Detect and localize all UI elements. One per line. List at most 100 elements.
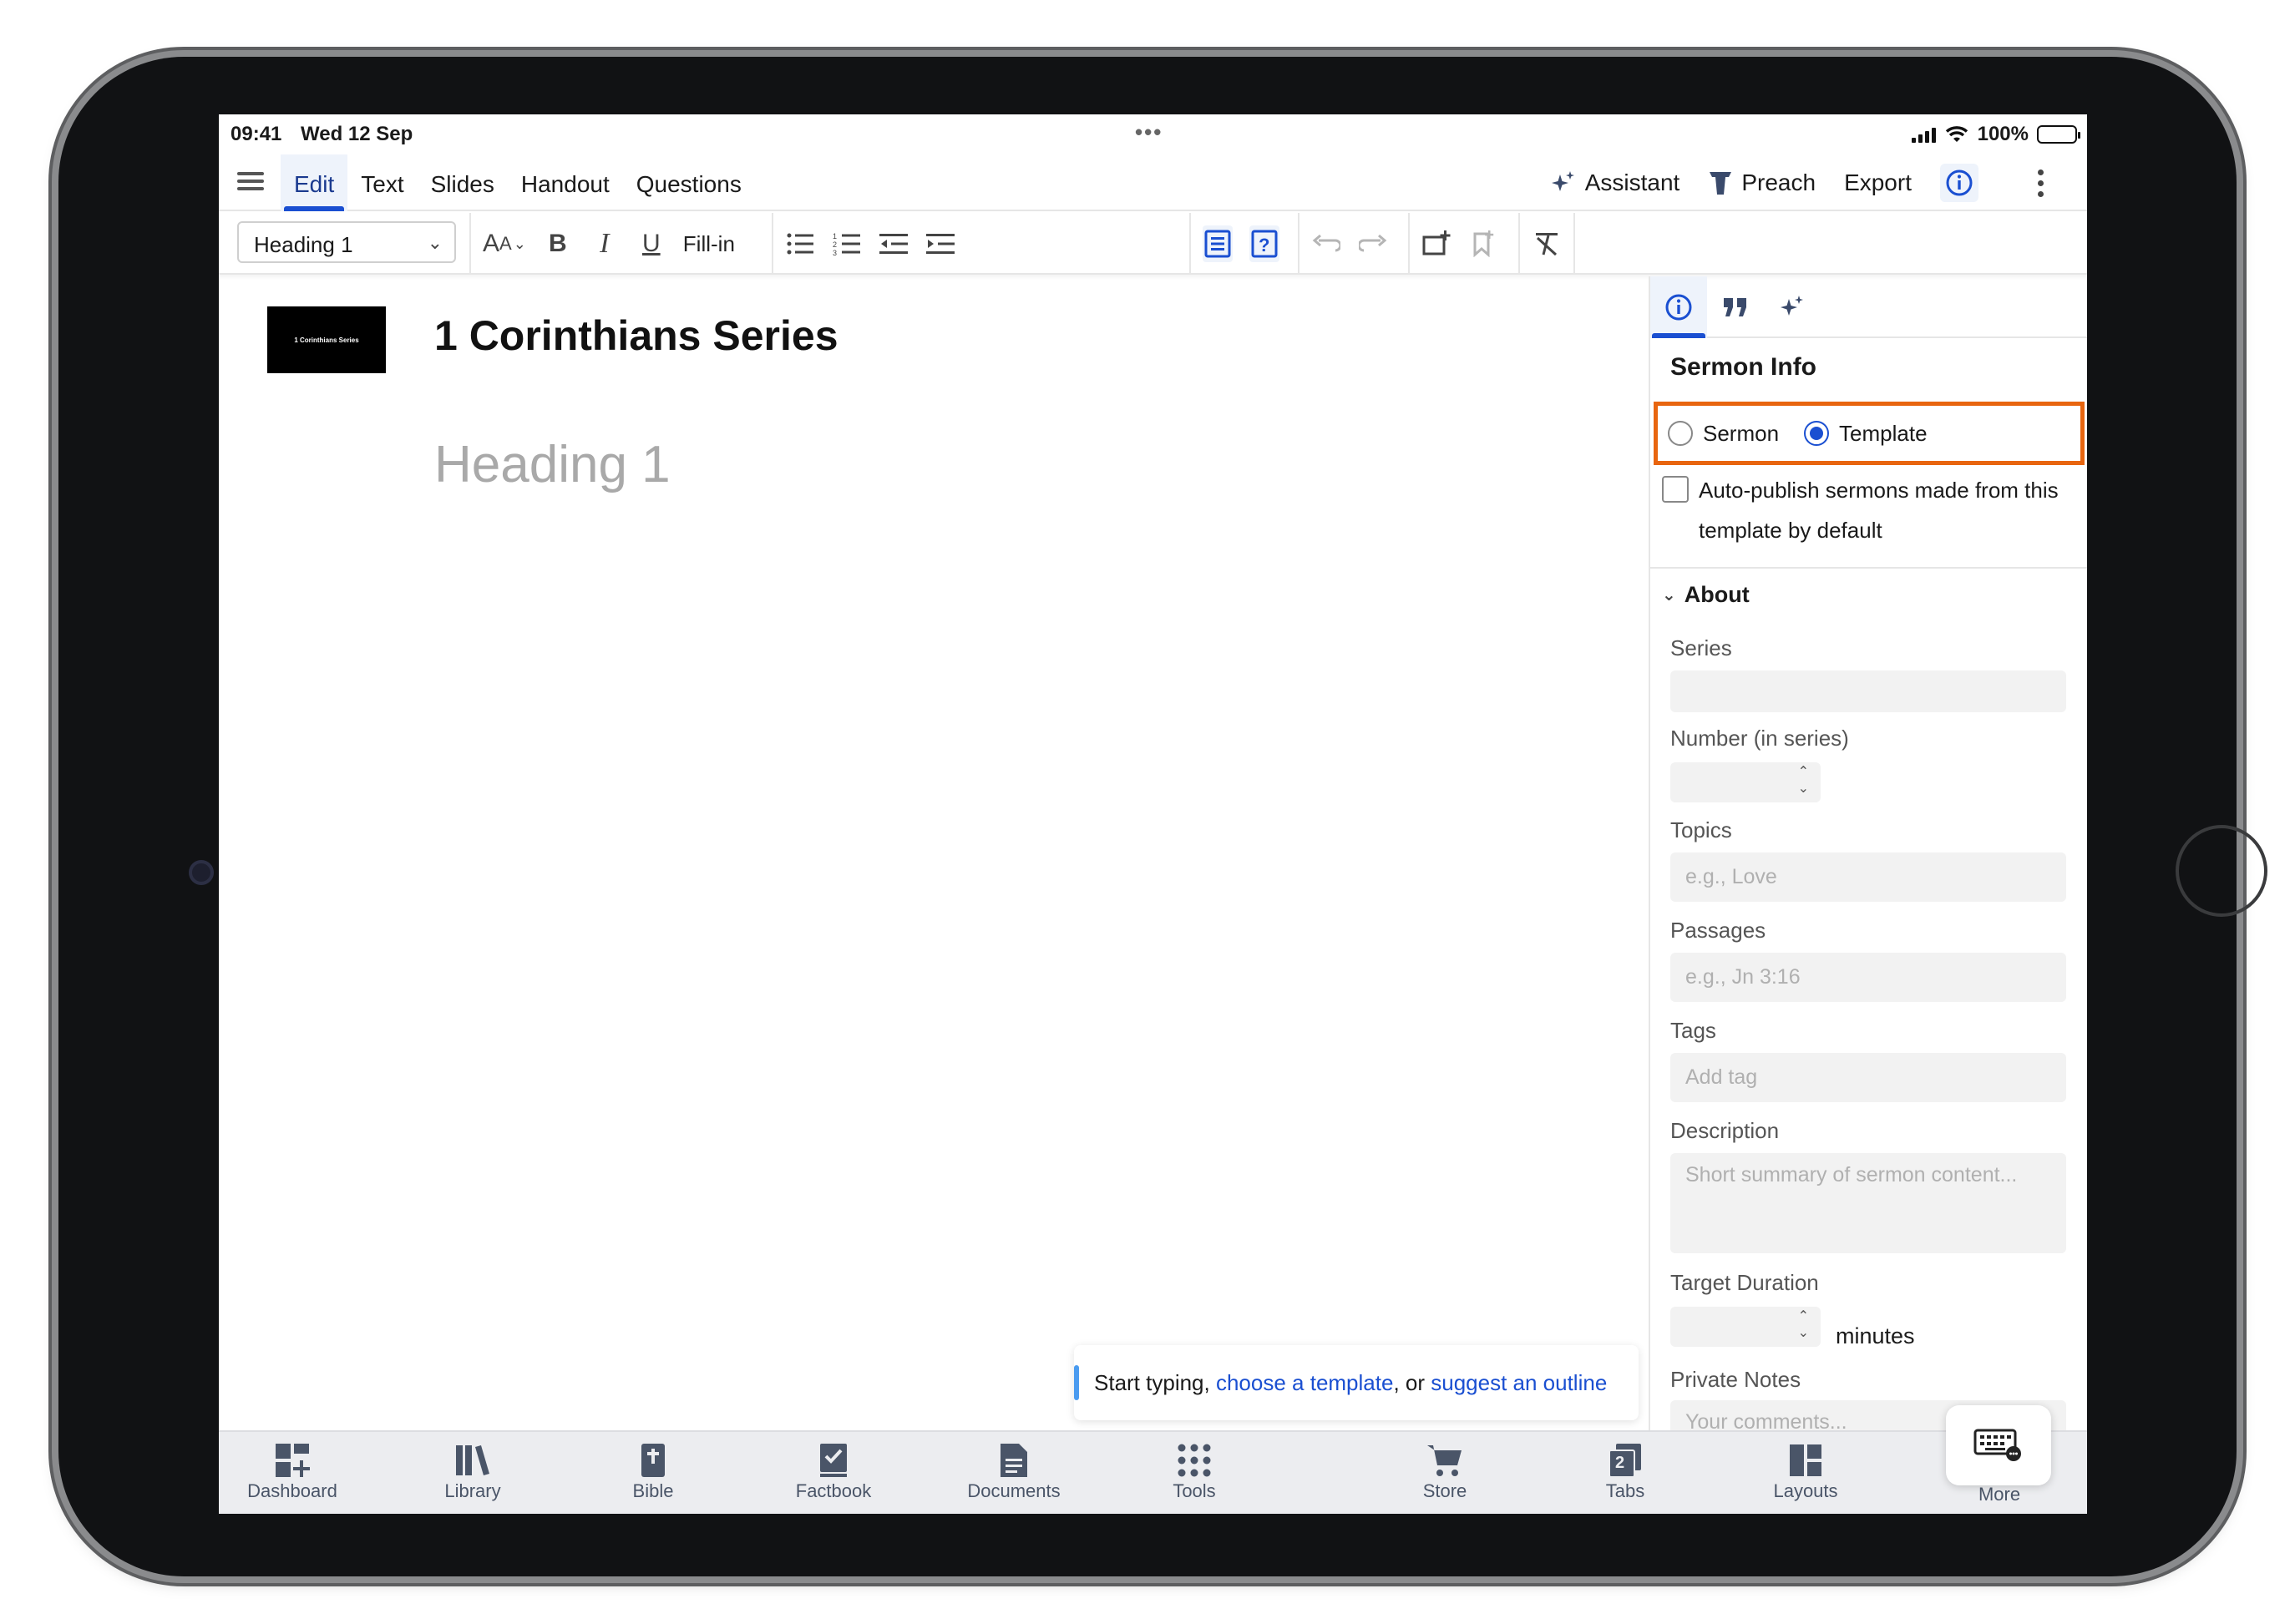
more-button[interactable]: More xyxy=(1941,1484,2058,1509)
add-slide-icon[interactable] xyxy=(1421,225,1451,262)
dashboard-icon xyxy=(276,1444,310,1477)
library-icon xyxy=(456,1445,489,1475)
topics-label: Topics xyxy=(1670,817,1732,842)
template-radio[interactable]: Template xyxy=(1804,421,1928,447)
home-button[interactable] xyxy=(2176,825,2267,917)
sermon-radio[interactable]: Sermon xyxy=(1668,421,1779,447)
tab-slides[interactable]: Slides xyxy=(418,154,508,211)
text-block-icon[interactable] xyxy=(1203,225,1233,262)
slide-thumbnail[interactable]: 1 Corinthians Series xyxy=(267,306,386,373)
dashboard-label: Dashboard xyxy=(247,1480,337,1501)
list-group: 123 xyxy=(772,213,967,275)
indent-icon[interactable] xyxy=(925,225,955,262)
top-navigation: Edit Text Slides Handout Questions Assis… xyxy=(219,154,2087,211)
template-radio-circle[interactable] xyxy=(1804,421,1830,446)
info-icon xyxy=(1665,294,1692,321)
font-size-button[interactable]: A A ⌄ xyxy=(483,225,526,262)
export-button[interactable]: Export xyxy=(1844,169,1912,196)
pulpit-icon xyxy=(1710,172,1732,195)
passages-label: Passages xyxy=(1670,918,1766,943)
app-screen: 09:41 Wed 12 Sep ••• 100% Edit Text Slid… xyxy=(219,114,2087,1514)
heading-placeholder[interactable]: Heading 1 xyxy=(434,435,671,494)
status-bar: 09:41 Wed 12 Sep ••• 100% xyxy=(219,114,2087,154)
svg-text:3: 3 xyxy=(833,249,837,256)
text-format-group: A A ⌄ B I U Fill-in xyxy=(469,213,747,275)
paragraph-style-select[interactable]: Heading 1 ⌄ xyxy=(237,221,456,263)
undo-icon[interactable] xyxy=(1311,225,1341,262)
battery-icon xyxy=(2037,125,2080,144)
underline-button[interactable]: U xyxy=(636,225,666,262)
bullet-list-icon[interactable] xyxy=(785,225,815,262)
passages-input[interactable]: e.g., Jn 3:16 xyxy=(1670,953,2066,1002)
description-input[interactable]: Short summary of sermon content... xyxy=(1670,1153,2066,1253)
panel-divider xyxy=(1650,567,2087,569)
choose-template-link[interactable]: choose a template xyxy=(1216,1370,1393,1395)
fill-in-button[interactable]: Fill-in xyxy=(683,225,735,262)
bold-button[interactable]: B xyxy=(543,225,573,262)
library-button[interactable]: Library xyxy=(414,1440,531,1502)
outdent-icon[interactable] xyxy=(879,225,909,262)
number-stepper[interactable]: ⌃ ⌄ xyxy=(1670,762,1821,802)
wifi-icon xyxy=(1945,126,1968,142)
documents-button[interactable]: Documents xyxy=(955,1440,1072,1502)
tags-input[interactable]: Add tag xyxy=(1670,1053,2066,1102)
tabs-count: 2 xyxy=(1615,1454,1625,1472)
factbook-button[interactable]: Factbook xyxy=(775,1440,892,1502)
sermon-radio-label: Sermon xyxy=(1703,420,1780,446)
hint-middle: , or xyxy=(1393,1370,1431,1395)
keyboard-toggle-button[interactable] xyxy=(1946,1405,2051,1485)
tab-questions[interactable]: Questions xyxy=(623,154,755,211)
add-bookmark-icon[interactable] xyxy=(1468,225,1498,262)
clear-formatting-icon[interactable] xyxy=(1532,225,1562,262)
duration-label: Target Duration xyxy=(1670,1270,1819,1295)
store-button[interactable]: Store xyxy=(1386,1440,1503,1502)
document-editor[interactable]: 1 Corinthians Series 1 Corinthians Serie… xyxy=(219,276,1649,1430)
document-title[interactable]: 1 Corinthians Series xyxy=(434,311,838,360)
preach-button[interactable]: Preach xyxy=(1708,169,1816,196)
history-group xyxy=(1298,213,1400,275)
about-section-toggle[interactable]: ⌄ About xyxy=(1662,582,1750,608)
more-label: More xyxy=(1978,1484,2021,1505)
tab-edit[interactable]: Edit xyxy=(281,154,348,211)
chevron-down-icon: ⌄ xyxy=(427,232,443,253)
autopublish-checkbox[interactable] xyxy=(1662,476,1689,503)
panel-tab-quotes[interactable] xyxy=(1707,276,1764,338)
paragraph-style-value: Heading 1 xyxy=(254,232,353,257)
menu-icon[interactable] xyxy=(237,168,264,195)
sermon-radio-circle[interactable] xyxy=(1668,421,1693,446)
panel-tab-info[interactable] xyxy=(1650,276,1707,338)
tab-text[interactable]: Text xyxy=(347,154,417,211)
assistant-button[interactable]: Assistant xyxy=(1550,169,1679,196)
numbered-list-icon[interactable]: 123 xyxy=(832,225,862,262)
duration-stepper[interactable]: ⌃ ⌄ xyxy=(1670,1307,1821,1347)
tools-label: Tools xyxy=(1173,1480,1216,1501)
panel-tab-assistant[interactable] xyxy=(1764,276,1821,338)
tab-handout[interactable]: Handout xyxy=(508,154,623,211)
layouts-button[interactable]: Layouts xyxy=(1747,1440,1864,1502)
sermon-info-panel: Sermon Info Sermon Template Auto-publish… xyxy=(1649,276,2087,1430)
suggest-outline-link[interactable]: suggest an outline xyxy=(1431,1370,1607,1395)
dashboard-button[interactable]: Dashboard xyxy=(234,1440,351,1502)
redo-icon[interactable] xyxy=(1358,225,1388,262)
series-input[interactable] xyxy=(1670,670,2066,712)
tabs-button[interactable]: 2 Tabs xyxy=(1567,1440,1684,1502)
tools-button[interactable]: Tools xyxy=(1136,1440,1253,1502)
number-label: Number (in series) xyxy=(1670,726,1849,751)
template-radio-label: Template xyxy=(1839,420,1928,446)
formatting-toolbar: Heading 1 ⌄ A A ⌄ B I U Fill-in 123 ? xyxy=(219,213,2087,275)
info-panel-button[interactable] xyxy=(1940,164,1978,202)
more-options-icon[interactable] xyxy=(2038,169,2044,197)
sparkle-icon xyxy=(1551,171,1574,191)
question-block-icon[interactable]: ? xyxy=(1249,225,1279,262)
bible-button[interactable]: Bible xyxy=(595,1440,712,1502)
italic-button[interactable]: I xyxy=(590,225,620,262)
documents-label: Documents xyxy=(967,1480,1061,1501)
preach-label: Preach xyxy=(1741,169,1816,195)
duration-unit: minutes xyxy=(1836,1323,1915,1348)
topics-input[interactable]: e.g., Love xyxy=(1670,852,2066,902)
description-label: Description xyxy=(1670,1118,1780,1143)
clear-group xyxy=(1518,213,1575,275)
multitasking-dots-icon[interactable]: ••• xyxy=(1135,119,1163,145)
bible-label: Bible xyxy=(632,1480,674,1501)
quote-icon xyxy=(1724,298,1746,316)
